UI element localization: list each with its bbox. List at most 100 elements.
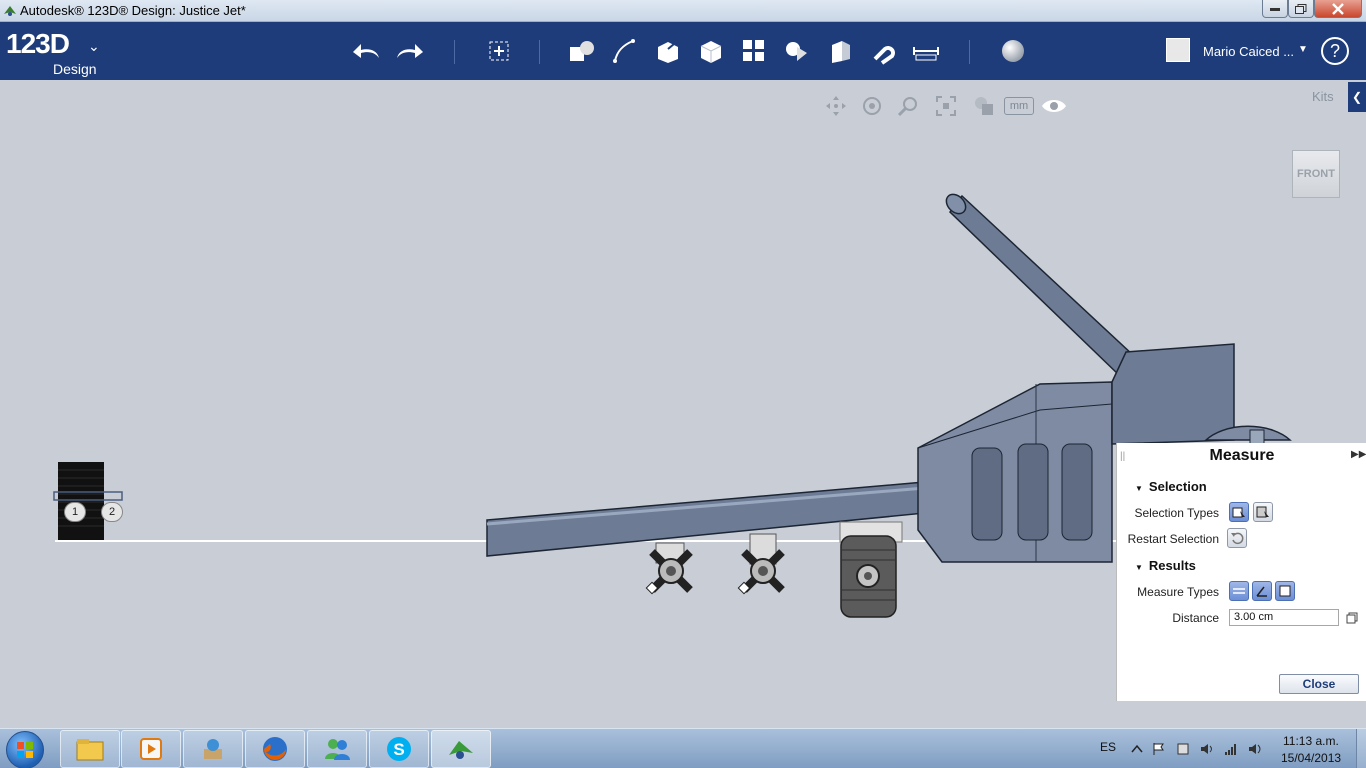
primitives-button[interactable] [565, 34, 599, 68]
app-logo[interactable]: 123D ⌄ Design [6, 28, 100, 77]
chevron-left-icon: ❮ [1351, 90, 1363, 104]
taskbar-messenger[interactable] [307, 730, 367, 768]
modify-icon [700, 41, 722, 63]
logo-sub: Design [53, 61, 97, 77]
point-label: 2 [108, 506, 116, 518]
media-player-icon [140, 738, 162, 760]
material-button[interactable] [996, 34, 1030, 68]
grouping-button[interactable] [780, 34, 814, 68]
pan-button[interactable] [822, 92, 850, 120]
units-button[interactable]: mm [1004, 97, 1034, 115]
results-section-header[interactable]: ▼ Results [1135, 558, 1196, 573]
clock-time[interactable]: 11:13 a.m. [1283, 734, 1339, 748]
caret-down-icon[interactable]: ▼ [1298, 44, 1308, 55]
landing-gear-1[interactable] [645, 542, 693, 595]
distance-field[interactable]: 3.00 cm [1229, 609, 1339, 626]
selection-section-header[interactable]: ▼ Selection [1135, 479, 1207, 494]
select-face-button[interactable] [1229, 502, 1249, 522]
measure-distance-button[interactable] [1229, 581, 1249, 601]
select-body-button[interactable] [1253, 502, 1273, 522]
measure-area-button[interactable] [1275, 581, 1295, 601]
primitives-icon [570, 41, 594, 61]
copy-icon[interactable] [1346, 612, 1358, 624]
ruler-icon [913, 47, 939, 61]
taskbar-app-3[interactable] [183, 730, 243, 768]
view-mode-button[interactable] [970, 92, 998, 120]
triangle-down-icon: ▼ [1135, 563, 1143, 572]
orbit-button[interactable] [858, 92, 886, 120]
close-window-button[interactable] [1314, 0, 1362, 18]
pattern-button[interactable] [737, 34, 771, 68]
section-label: Selection [1148, 479, 1207, 494]
snap-button[interactable] [866, 34, 900, 68]
maximize-button[interactable] [1288, 0, 1314, 18]
firefox-icon [263, 737, 287, 761]
collapse-panel-icon[interactable]: ▶▶ [1351, 449, 1366, 460]
taskbar-media-player[interactable] [121, 730, 181, 768]
distance-label: Distance [1172, 611, 1219, 625]
minimize-icon [1270, 7, 1280, 11]
viewcube[interactable]: FRONT [1292, 150, 1340, 198]
kits-label[interactable]: Kits [1312, 89, 1334, 104]
restart-selection-button[interactable] [1227, 528, 1247, 548]
measure-button[interactable] [909, 34, 943, 68]
selection-types-label: Selection Types [1134, 506, 1220, 520]
minimize-button[interactable] [1262, 0, 1288, 18]
device-icon[interactable] [1176, 742, 1190, 756]
avatar[interactable] [1166, 38, 1190, 62]
construct-button[interactable] [651, 34, 685, 68]
zoom-button[interactable] [894, 92, 922, 120]
volume-icon[interactable] [1248, 742, 1262, 756]
undo-button[interactable] [350, 34, 384, 68]
fit-button[interactable] [932, 92, 960, 120]
small-part[interactable] [53, 462, 123, 540]
measure-angle-button[interactable] [1252, 581, 1272, 601]
distance-icon [1233, 588, 1245, 594]
landing-gear-2[interactable] [737, 533, 785, 595]
measure-point-2[interactable]: 2 [101, 502, 123, 522]
toolbar-separator [539, 40, 540, 64]
panel-title: Measure [1209, 447, 1275, 464]
close-button[interactable]: Close [1279, 674, 1359, 694]
show-desktop-button[interactable] [1356, 729, 1366, 768]
start-button[interactable] [6, 731, 44, 768]
select-body-icon [1256, 506, 1269, 518]
messenger-icon [325, 739, 350, 760]
restore-icon [1295, 3, 1307, 14]
user-name[interactable]: Mario Caiced ... [1203, 44, 1294, 59]
measure-point-1[interactable]: 1 [64, 502, 86, 522]
diagonal-tube[interactable] [943, 191, 1135, 378]
network-signal-icon[interactable] [1224, 742, 1238, 756]
combine-button[interactable] [823, 34, 857, 68]
transform-button[interactable] [482, 34, 516, 68]
clock-date[interactable]: 15/04/2013 [1281, 751, 1341, 765]
help-button[interactable]: ? [1321, 37, 1349, 65]
restart-selection-label: Restart Selection [1127, 532, 1219, 546]
taskbar-skype[interactable]: S [369, 730, 429, 768]
orbit-icon [863, 97, 881, 115]
zoom-icon [897, 97, 917, 117]
construct-icon [658, 38, 681, 63]
cube-sphere-icon [975, 97, 993, 115]
window-title: Autodesk® 123D® Design: Justice Jet* [20, 3, 246, 18]
action-center-flag-icon[interactable] [1152, 742, 1166, 756]
sketch-button[interactable] [608, 34, 642, 68]
kits-toggle-button[interactable]: ❮ [1348, 82, 1366, 112]
front-wheel[interactable] [839, 521, 903, 618]
combine-icon [832, 41, 850, 63]
visibility-button[interactable] [1040, 92, 1068, 120]
show-hidden-icons-icon[interactable] [1130, 742, 1144, 756]
taskbar-explorer[interactable] [60, 730, 120, 768]
redo-button[interactable] [392, 34, 426, 68]
triangle-down-icon: ▼ [1135, 484, 1143, 493]
modify-button[interactable] [694, 34, 728, 68]
sound-icon[interactable] [1200, 742, 1214, 756]
redo-icon [397, 44, 423, 58]
language-indicator[interactable]: ES [1100, 740, 1116, 754]
app-icon [4, 6, 16, 16]
taskbar-firefox[interactable] [245, 730, 305, 768]
grouping-icon [786, 42, 807, 61]
taskbar-123d-design[interactable] [431, 730, 491, 768]
svg-text:S: S [393, 740, 404, 759]
123d-design-icon [449, 741, 473, 759]
